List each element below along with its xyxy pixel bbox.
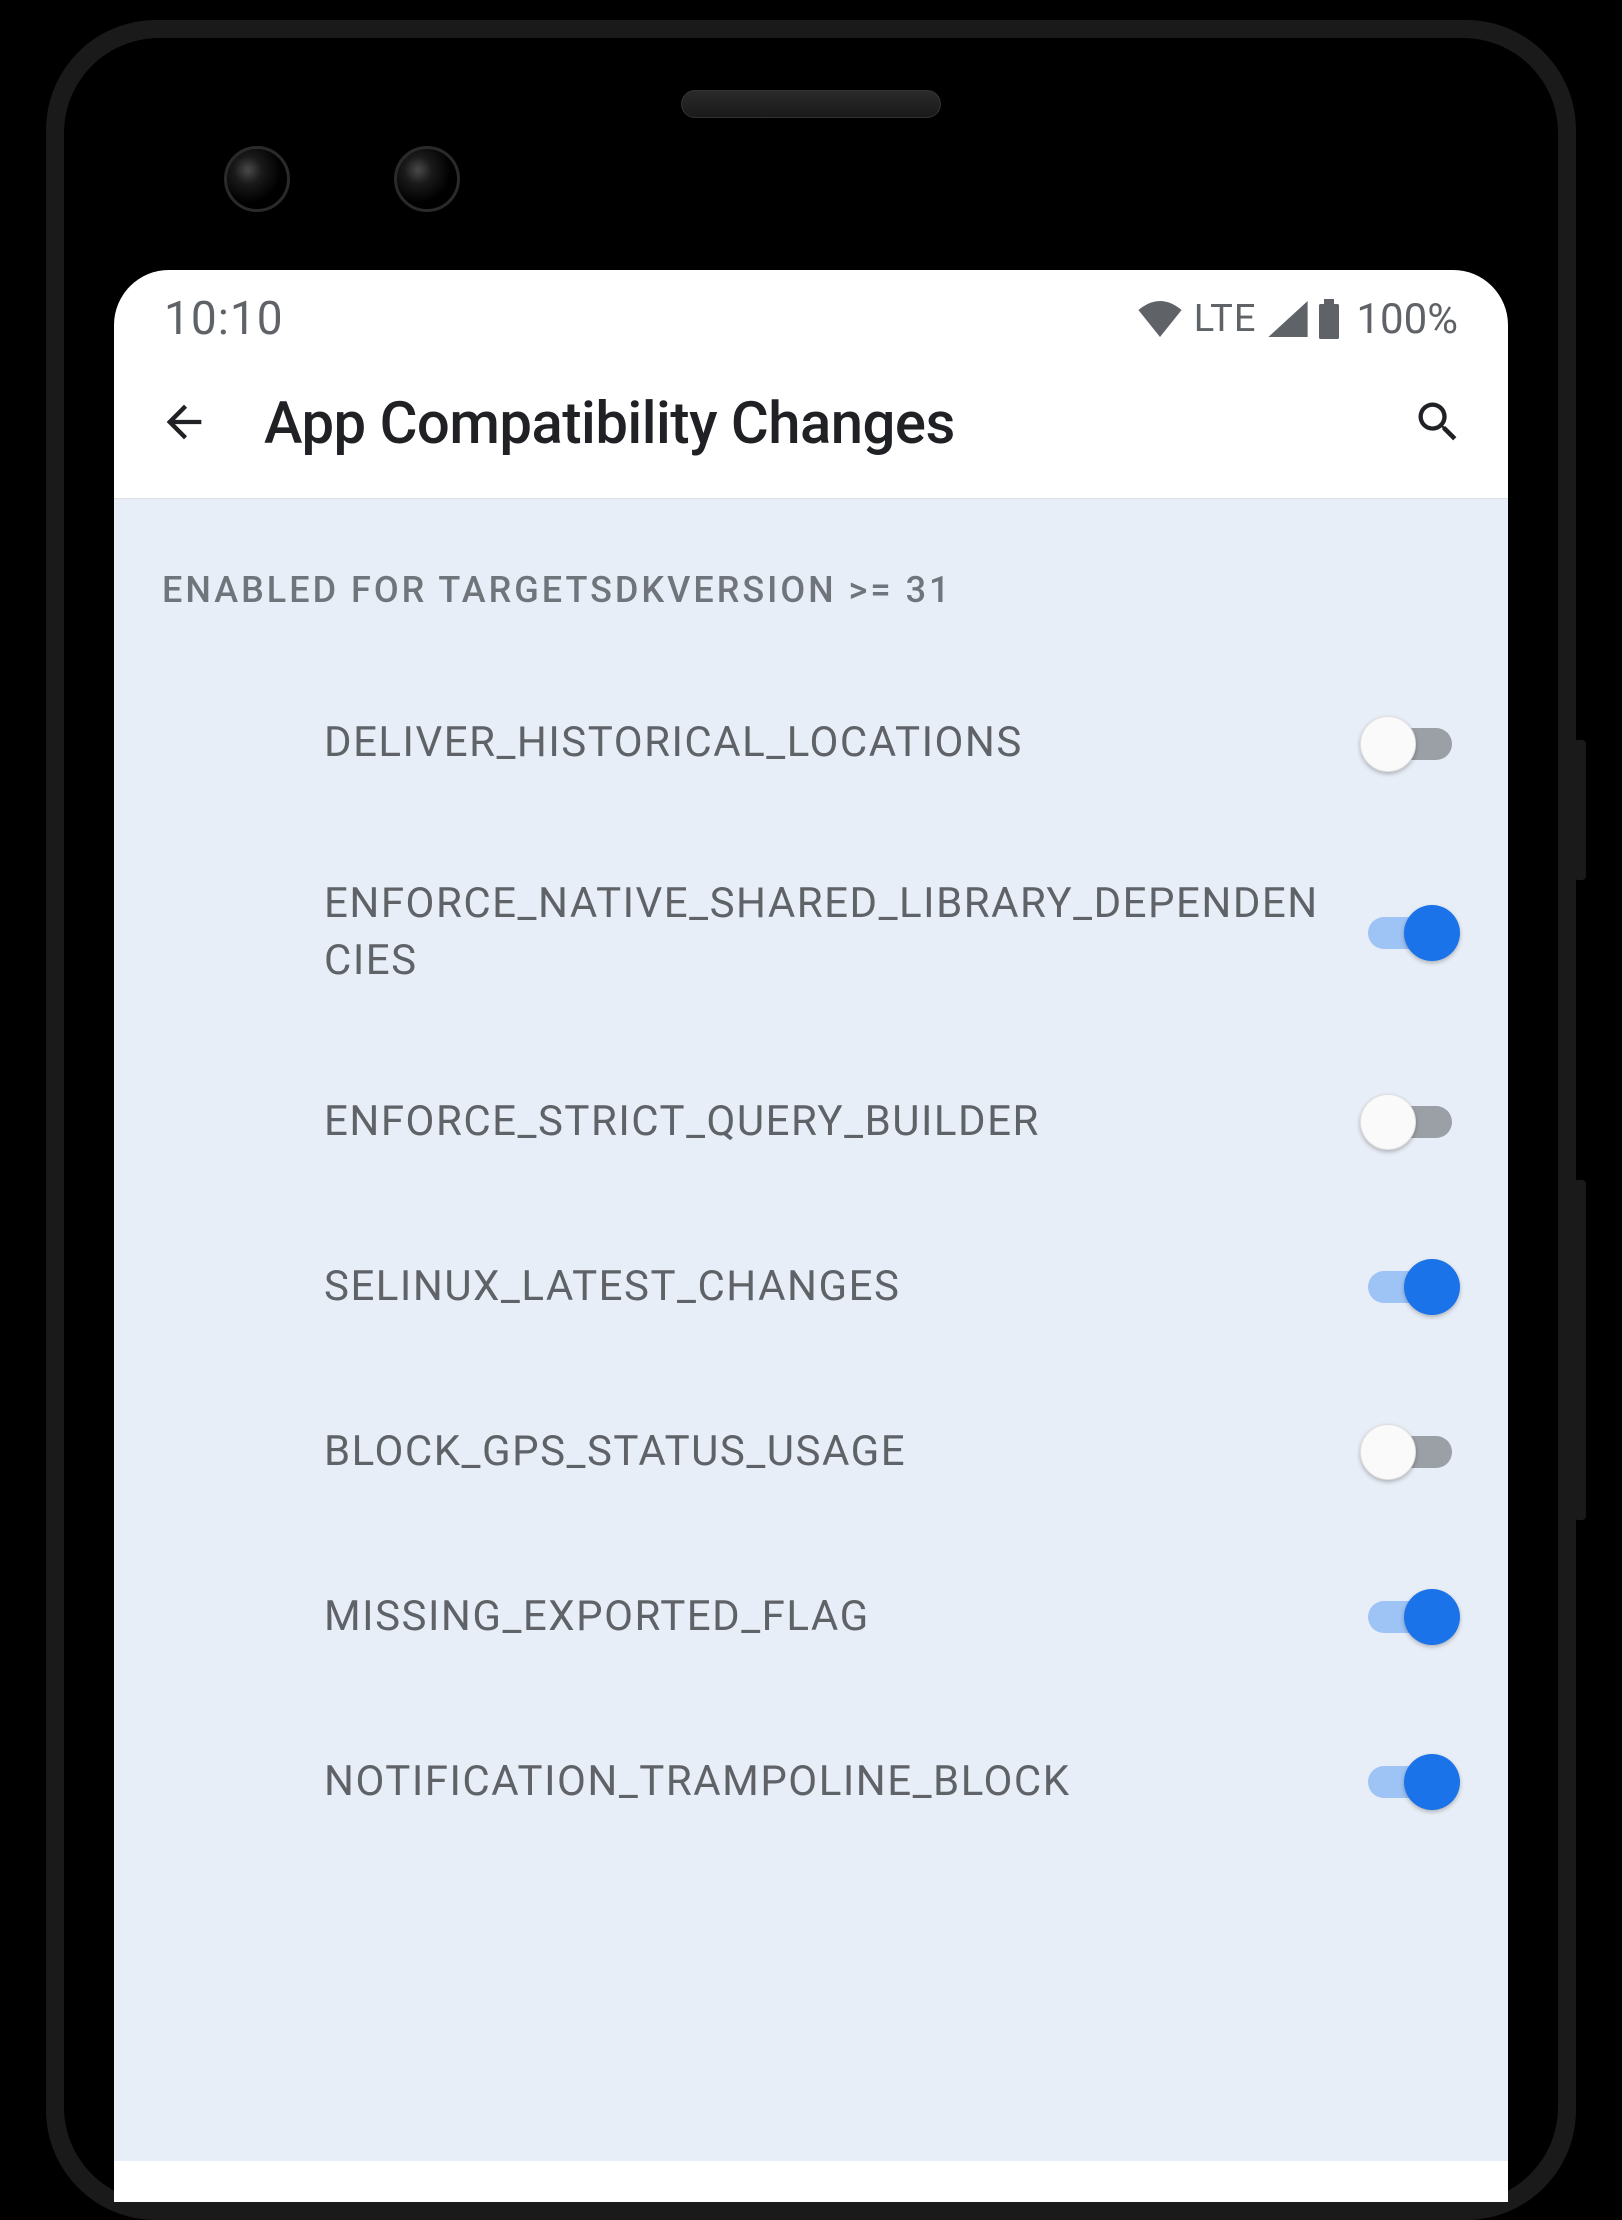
- proximity-sensor: [922, 163, 960, 201]
- toggle-switch[interactable]: [1360, 1094, 1460, 1150]
- front-camera-1: [224, 146, 290, 212]
- signal-icon: [1268, 301, 1308, 337]
- setting-label: ENFORCE_STRICT_QUERY_BUILDER: [324, 1094, 1330, 1151]
- search-icon: [1412, 396, 1464, 452]
- toggle-switch[interactable]: [1360, 1259, 1460, 1315]
- setting-label: BLOCK_GPS_STATUS_USAGE: [324, 1424, 1330, 1481]
- toggle-switch[interactable]: [1360, 1754, 1460, 1810]
- toggle-thumb: [1360, 1094, 1416, 1150]
- page-title: App Compatibility Changes: [264, 390, 1358, 458]
- setting-row[interactable]: ENFORCE_NATIVE_SHARED_LIBRARY_DEPENDENCI…: [114, 826, 1508, 1039]
- battery-icon: [1316, 299, 1342, 339]
- phone-frame: 10:10 LTE 100%: [46, 20, 1576, 2220]
- setting-label: NOTIFICATION_TRAMPOLINE_BLOCK: [324, 1754, 1330, 1811]
- toggle-thumb: [1360, 1424, 1416, 1480]
- power-button: [1574, 740, 1586, 880]
- wifi-icon: [1138, 301, 1182, 337]
- battery-percent: 100%: [1356, 295, 1458, 344]
- setting-row[interactable]: DELIVER_HISTORICAL_LOCATIONS: [114, 661, 1508, 826]
- toggle-switch[interactable]: [1360, 716, 1460, 772]
- status-icons: LTE 100%: [1138, 295, 1458, 344]
- toggle-switch[interactable]: [1360, 1589, 1460, 1645]
- arrow-back-icon: [158, 396, 210, 452]
- toggle-thumb: [1404, 1259, 1460, 1315]
- toggle-switch[interactable]: [1360, 1424, 1460, 1480]
- toggle-thumb: [1404, 1589, 1460, 1645]
- section-header: ENABLED FOR TARGETSDKVERSION >= 31: [114, 539, 1508, 661]
- phone-screen: 10:10 LTE 100%: [114, 270, 1508, 2202]
- phone-bezel: 10:10 LTE 100%: [64, 38, 1558, 2202]
- status-bar: 10:10 LTE 100%: [114, 270, 1508, 360]
- toggle-switch[interactable]: [1360, 905, 1460, 961]
- setting-row[interactable]: NOTIFICATION_TRAMPOLINE_BLOCK: [114, 1699, 1508, 1864]
- app-bar: App Compatibility Changes: [114, 360, 1508, 499]
- setting-label: ENFORCE_NATIVE_SHARED_LIBRARY_DEPENDENCI…: [324, 876, 1330, 989]
- toggle-thumb: [1404, 905, 1460, 961]
- toggle-thumb: [1404, 1754, 1460, 1810]
- search-button[interactable]: [1408, 394, 1468, 454]
- front-camera-2: [394, 146, 460, 212]
- setting-label: SELINUX_LATEST_CHANGES: [324, 1259, 1330, 1316]
- setting-row[interactable]: ENFORCE_STRICT_QUERY_BUILDER: [114, 1039, 1508, 1204]
- toggle-thumb: [1360, 716, 1416, 772]
- volume-button: [1574, 1180, 1586, 1520]
- setting-label: MISSING_EXPORTED_FLAG: [324, 1589, 1330, 1646]
- setting-row[interactable]: SELINUX_LATEST_CHANGES: [114, 1204, 1508, 1369]
- status-time: 10:10: [164, 292, 284, 346]
- setting-row[interactable]: BLOCK_GPS_STATUS_USAGE: [114, 1369, 1508, 1534]
- setting-row[interactable]: MISSING_EXPORTED_FLAG: [114, 1534, 1508, 1699]
- content-area: ENABLED FOR TARGETSDKVERSION >= 31 DELIV…: [114, 499, 1508, 2161]
- back-button[interactable]: [154, 394, 214, 454]
- network-label: LTE: [1194, 297, 1257, 341]
- setting-label: DELIVER_HISTORICAL_LOCATIONS: [324, 715, 1330, 772]
- settings-list: DELIVER_HISTORICAL_LOCATIONS ENFORCE_NATI…: [114, 661, 1508, 1864]
- phone-speaker: [681, 90, 941, 118]
